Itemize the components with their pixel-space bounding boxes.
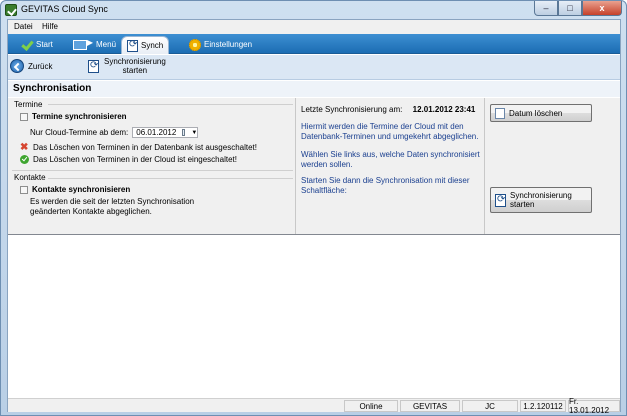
status-date: Fr. 13.01.2012 <box>568 397 620 415</box>
back-arrow-icon <box>10 59 24 73</box>
client-area: Datei Hilfe Start Menü Synch Einstellung… <box>7 19 621 415</box>
info-p1-line1: Hiermit werden die Termine der Cloud mit… <box>301 122 464 131</box>
info-paragraph-3: Starten Sie dann die Synchronisation mit… <box>301 176 470 196</box>
toolbar-sync-line1: Synchronisierung <box>104 57 166 66</box>
status-user: JC <box>462 400 518 412</box>
document-icon <box>495 107 505 119</box>
last-sync-row: Letzte Synchronisierung am: 12.01.2012 2… <box>301 105 475 115</box>
info-p3-line1: Starten Sie dann die Synchronisation mit… <box>301 176 470 185</box>
info-p2-line1: Wählen Sie links aus, welche Daten synch… <box>301 150 480 159</box>
last-sync-label: Letzte Synchronisierung am: <box>301 105 403 114</box>
last-sync-value: 12.01.2012 23:41 <box>412 105 476 114</box>
status-cloud-row: Das Löschen von Terminen in der Cloud is… <box>20 155 237 164</box>
window-controls: – □ x <box>534 1 622 16</box>
toolbar-sync-line2: starten <box>122 66 148 75</box>
column-divider-left <box>295 98 296 234</box>
back-label: Zurück <box>28 61 53 71</box>
sync-log-area[interactable] <box>8 234 620 397</box>
start-sync-button[interactable]: Synchronisierung starten <box>490 187 592 213</box>
date-filter-row: Nur Cloud-Termine ab dem: 06.01.2012 ▼ <box>30 127 199 138</box>
info-paragraph-2: Wählen Sie links aus, welche Daten synch… <box>301 150 480 170</box>
date-filter-label: Nur Cloud-Termine ab dem: <box>30 128 129 137</box>
checkmark-icon <box>21 40 33 50</box>
info-p1-line2: Datenbank-Terminen und umgekehrt abgegli… <box>301 132 479 141</box>
dropdown-arrow-icon[interactable]: ▼ <box>191 130 197 136</box>
termine-checkbox-box[interactable] <box>20 112 28 121</box>
info-paragraph-1: Hiermit werden die Termine der Cloud mit… <box>301 122 478 142</box>
termine-divider <box>48 104 293 105</box>
kontakte-checkbox[interactable]: Kontakte synchronisieren <box>20 185 130 194</box>
app-window: GEVITAS Cloud Sync – □ x Datei Hilfe Sta… <box>0 0 627 416</box>
termine-section-label: Termine <box>14 100 43 109</box>
tab-start[interactable]: Start <box>16 36 58 53</box>
kontakte-desc-line2: geänderten Kontakte abgeglichen. <box>30 207 152 216</box>
green-check-icon <box>20 155 29 164</box>
sync-icon <box>495 193 506 207</box>
maximize-button[interactable]: □ <box>558 1 582 16</box>
section-divider <box>12 170 293 171</box>
status-company: GEVITAS <box>400 400 460 412</box>
page-header: Synchronisation <box>8 81 620 97</box>
tab-start-label: Start <box>36 40 53 49</box>
start-sync-line2: starten <box>510 200 535 209</box>
title-bar[interactable]: GEVITAS Cloud Sync – □ x <box>1 1 626 19</box>
status-version: 1.2.120112 <box>520 400 566 412</box>
tab-menu[interactable]: Menü <box>68 36 121 53</box>
kontakte-divider <box>48 178 293 179</box>
kontakte-desc-line1: Es werden die seit der letzten Synchroni… <box>30 197 195 206</box>
info-p3-line2: Schaltfläche: <box>301 186 347 195</box>
status-bar: Online GEVITAS JC 1.2.120112 Fr. 13.01.2… <box>8 397 620 415</box>
tab-synch[interactable]: Synch <box>121 36 170 54</box>
tab-menu-label: Menü <box>96 40 117 49</box>
clear-date-button[interactable]: Datum löschen <box>490 104 592 122</box>
status-cloud-text: Das Löschen von Terminen in der Cloud is… <box>33 155 237 164</box>
kontakte-description: Es werden die seit der letzten Synchroni… <box>30 197 194 217</box>
back-button[interactable]: Zurück <box>10 59 52 73</box>
status-db-text: Das Löschen von Terminen in der Datenban… <box>33 143 257 152</box>
column-divider-right <box>484 98 485 234</box>
app-logo-icon <box>5 4 17 16</box>
window-title: GEVITAS Cloud Sync <box>21 4 108 14</box>
page-title: Synchronisation <box>13 83 92 94</box>
start-sync-line1: Synchronisierung <box>510 191 572 200</box>
gear-icon <box>189 38 201 51</box>
tab-settings[interactable]: Einstellungen <box>184 36 257 53</box>
menu-file[interactable]: Datei <box>14 22 33 31</box>
start-sync-label: Synchronisierung starten <box>510 191 572 209</box>
clear-date-label: Datum löschen <box>509 108 563 118</box>
menu-bar: Datei Hilfe <box>8 20 620 34</box>
kontakte-checkbox-box[interactable] <box>20 185 28 194</box>
toolbar-sync-label: Synchronisierung starten <box>104 57 166 75</box>
tab-bar: Start Menü Synch Einstellungen <box>8 34 620 54</box>
toolbar: Zurück Synchronisierung starten <box>8 55 620 80</box>
date-picker-value: 06.01.2012 <box>136 128 177 137</box>
status-online: Online <box>344 400 398 412</box>
close-button[interactable]: x <box>582 1 622 16</box>
tab-settings-label: Einstellungen <box>204 40 253 49</box>
sync-icon <box>127 39 138 52</box>
settings-panel: Termine Termine synchronisieren Nur Clou… <box>8 98 620 234</box>
sync-icon <box>88 59 99 73</box>
menu-icon <box>73 38 93 50</box>
termine-checkbox[interactable]: Termine synchronisieren <box>20 112 127 121</box>
kontakte-section-label: Kontakte <box>14 173 46 182</box>
termine-checkbox-label: Termine synchronisieren <box>32 112 127 121</box>
toolbar-sync-button[interactable]: Synchronisierung starten <box>88 57 166 75</box>
menu-help[interactable]: Hilfe <box>42 22 58 31</box>
info-p2-line2: werden sollen. <box>301 160 353 169</box>
red-x-icon: ✖ <box>20 142 29 153</box>
kontakte-checkbox-label: Kontakte synchronisieren <box>32 185 131 194</box>
minimize-button[interactable]: – <box>534 1 558 16</box>
tab-synch-label: Synch <box>141 41 164 50</box>
status-db-row: ✖ Das Löschen von Terminen in der Datenb… <box>20 142 257 153</box>
calendar-icon[interactable] <box>182 129 186 136</box>
date-picker[interactable]: 06.01.2012 ▼ <box>132 127 199 138</box>
